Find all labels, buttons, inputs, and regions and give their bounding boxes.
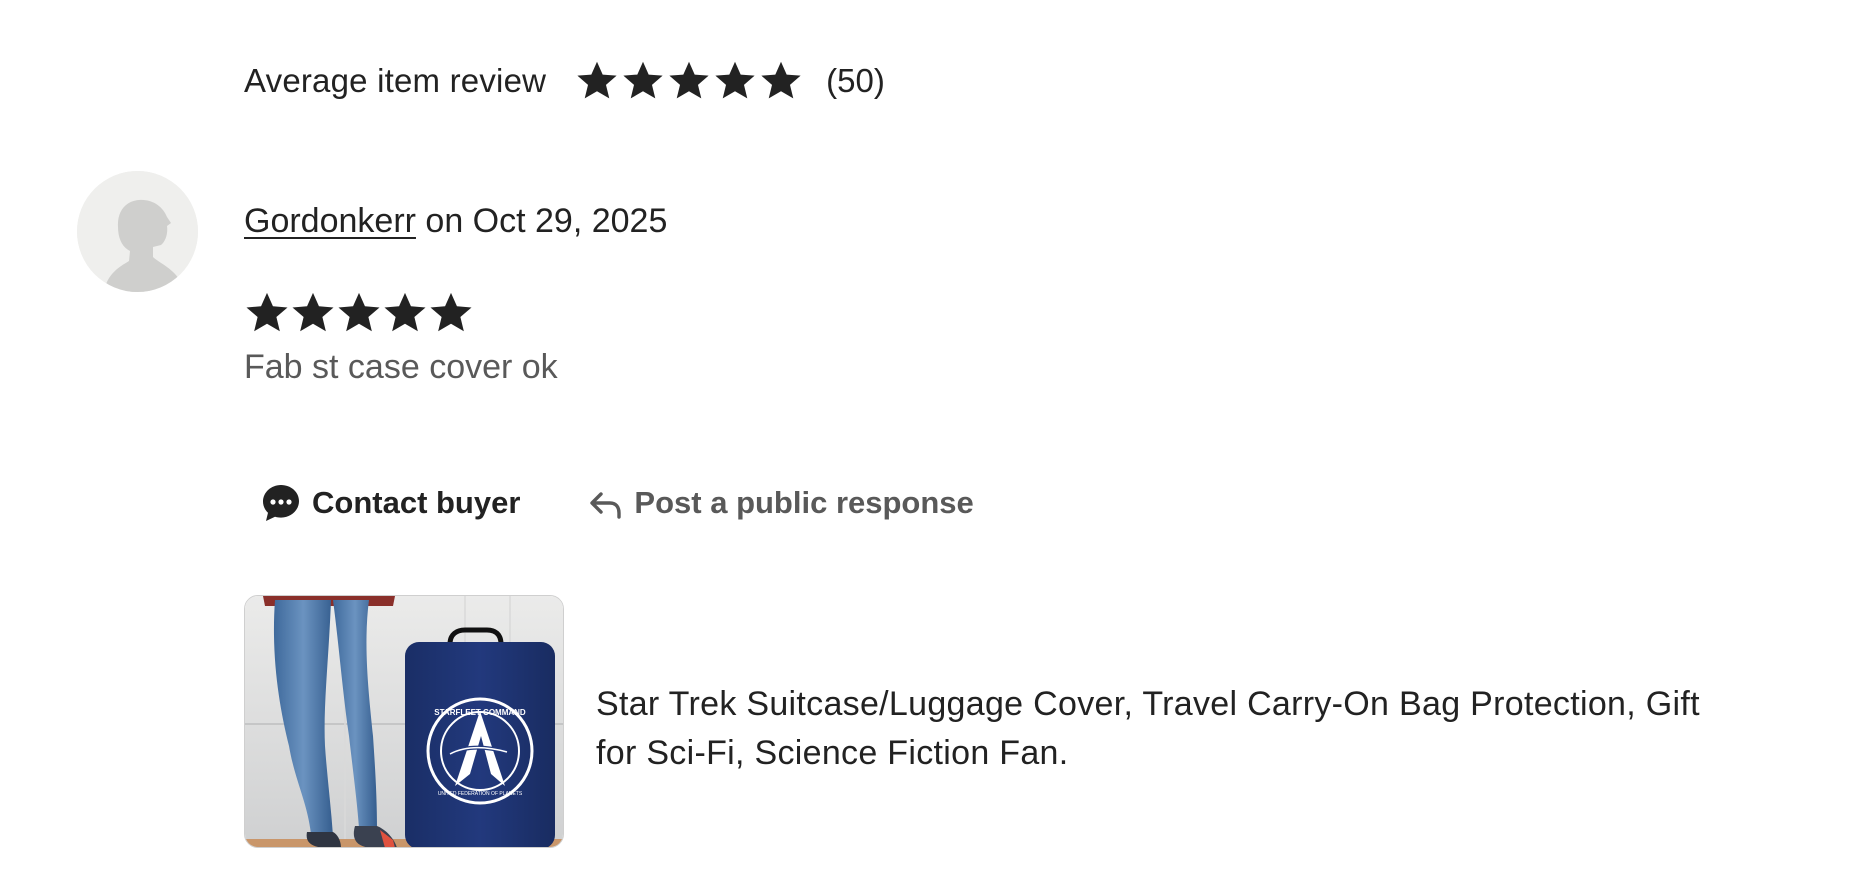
post-public-response-label: Post a public response bbox=[634, 485, 974, 520]
review-count: (50) bbox=[826, 62, 885, 99]
review-rating-stars bbox=[244, 290, 474, 336]
star-icon bbox=[246, 292, 288, 332]
star-icon bbox=[577, 61, 617, 99]
reviewer-name-link[interactable]: Gordonkerr bbox=[244, 202, 416, 240]
reply-arrow-icon bbox=[590, 492, 622, 519]
star-icon bbox=[384, 292, 426, 332]
review-section: Average item review (50) Gordonkerr on O… bbox=[0, 0, 1869, 879]
star-icon bbox=[338, 292, 380, 332]
contact-buyer-button[interactable]: Contact buyer bbox=[260, 482, 520, 524]
star-icon bbox=[715, 61, 755, 99]
avatar-silhouette-icon bbox=[77, 171, 198, 292]
review-actions: Contact buyer Post a public response bbox=[260, 478, 974, 528]
listing-thumbnail[interactable]: STARFLEET COMMAND UNITED FEDERATION OF P… bbox=[244, 595, 564, 848]
chat-bubble-icon bbox=[263, 485, 299, 521]
reviewer-line: Gordonkerr on Oct 29, 2025 bbox=[244, 202, 667, 241]
star-icon bbox=[292, 292, 334, 332]
average-review-row: Average item review (50) bbox=[244, 56, 885, 106]
listing-title-link[interactable]: Star Trek Suitcase/Luggage Cover, Travel… bbox=[596, 680, 1746, 778]
avatar bbox=[77, 171, 198, 292]
average-review-label: Average item review bbox=[244, 62, 547, 99]
star-icon bbox=[669, 61, 709, 99]
emblem-top-text: STARFLEET COMMAND bbox=[434, 708, 526, 717]
listing-image: STARFLEET COMMAND UNITED FEDERATION OF P… bbox=[245, 596, 563, 847]
average-rating-stars bbox=[574, 59, 804, 103]
star-icon bbox=[430, 292, 472, 332]
star-icon bbox=[761, 61, 801, 99]
star-icon bbox=[623, 61, 663, 99]
review-date: on Oct 29, 2025 bbox=[415, 202, 668, 240]
emblem-bottom-text: UNITED FEDERATION OF PLANETS bbox=[438, 791, 523, 797]
review-text: Fab st case cover ok bbox=[244, 348, 558, 386]
contact-buyer-label: Contact buyer bbox=[312, 485, 521, 520]
post-public-response-button[interactable]: Post a public response bbox=[586, 484, 974, 522]
